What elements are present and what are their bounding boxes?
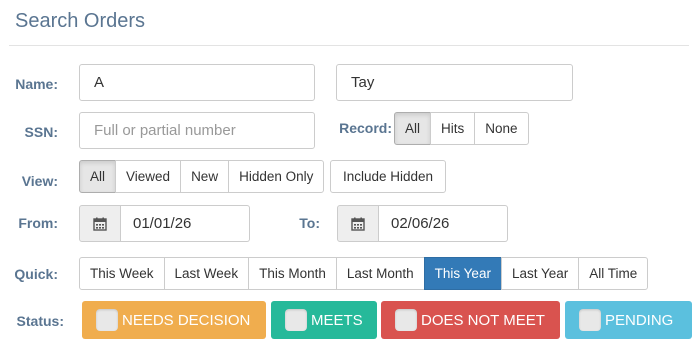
last-name-input[interactable]: Tay <box>336 64 573 101</box>
record-button-group: All Hits None <box>394 112 529 145</box>
page-title: Search Orders <box>15 10 146 32</box>
view-hidden-only-button[interactable]: Hidden Only <box>228 160 325 193</box>
include-hidden-group: Include Hidden <box>330 160 447 193</box>
record-all-button[interactable]: All <box>394 112 432 145</box>
status-meets-button[interactable]: MEETS <box>271 301 377 339</box>
ssn-label: SSN: <box>24 124 58 140</box>
quick-all-time-button[interactable]: All Time <box>578 257 649 290</box>
view-button-group: All Viewed New Hidden Only <box>79 160 325 193</box>
include-hidden-button[interactable]: Include Hidden <box>330 160 447 193</box>
record-label: Record: <box>339 120 392 136</box>
ssn-input[interactable]: Full or partial number <box>79 112 315 149</box>
quick-last-month-button[interactable]: Last Month <box>335 257 425 290</box>
status-meets-label: MEETS <box>311 311 363 329</box>
title-divider <box>9 45 689 46</box>
status-checkbox[interactable] <box>579 309 601 331</box>
status-pending-button[interactable]: PENDING <box>565 301 692 339</box>
quick-last-year-button[interactable]: Last Year <box>500 257 580 290</box>
name-label: Name: <box>15 76 58 92</box>
calendar-icon[interactable] <box>79 205 121 242</box>
status-does-not-meet-button[interactable]: DOES NOT MEET <box>381 301 560 339</box>
status-checkbox[interactable] <box>96 309 118 331</box>
quick-this-month-button[interactable]: This Month <box>248 257 337 290</box>
record-hits-button[interactable]: Hits <box>430 112 476 145</box>
quick-last-week-button[interactable]: Last Week <box>163 257 250 290</box>
status-checkbox[interactable] <box>395 309 417 331</box>
from-label: From: <box>18 215 58 231</box>
view-new-button[interactable]: New <box>180 160 230 193</box>
quick-this-week-button[interactable]: This Week <box>79 257 165 290</box>
status-needs-decision-label: NEEDS DECISION <box>122 311 251 329</box>
to-date-group: 02/06/26 <box>337 205 508 242</box>
record-none-button[interactable]: None <box>474 112 529 145</box>
quick-label: Quick: <box>14 266 58 282</box>
status-label: Status: <box>16 313 64 329</box>
quick-button-group: This Week Last Week This Month Last Mont… <box>79 257 649 290</box>
status-pending-label: PENDING <box>605 311 674 329</box>
view-viewed-button[interactable]: Viewed <box>115 160 182 193</box>
view-label: View: <box>21 173 58 189</box>
status-needs-decision-button[interactable]: NEEDS DECISION <box>82 301 266 339</box>
quick-this-year-button[interactable]: This Year <box>423 257 502 290</box>
view-all-button[interactable]: All <box>79 160 117 193</box>
to-label: To: <box>299 215 320 231</box>
calendar-icon[interactable] <box>337 205 379 242</box>
status-does-not-meet-label: DOES NOT MEET <box>421 311 545 329</box>
from-date-input[interactable]: 01/01/26 <box>121 205 250 242</box>
status-checkbox[interactable] <box>285 309 307 331</box>
to-date-input[interactable]: 02/06/26 <box>379 205 508 242</box>
from-date-group: 01/01/26 <box>79 205 250 242</box>
first-name-input[interactable]: A <box>79 64 315 101</box>
